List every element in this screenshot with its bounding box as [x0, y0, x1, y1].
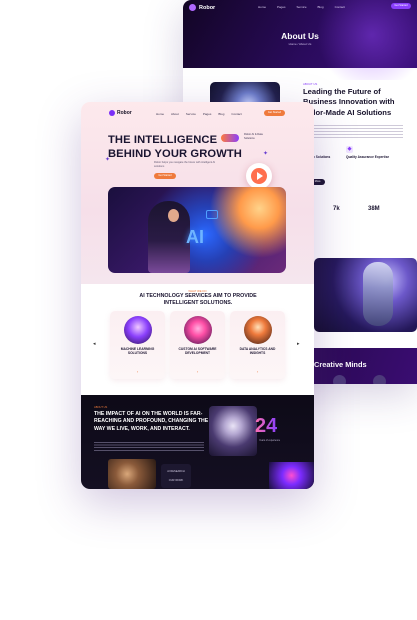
- about-cta-button[interactable]: Get Started: [391, 3, 411, 9]
- about-hero-title: About Us: [281, 31, 319, 41]
- about-footer-title: Creative Minds: [314, 360, 367, 369]
- ai-neon-text: AI: [186, 227, 204, 247]
- hero-primary-button[interactable]: Get Started: [154, 173, 176, 179]
- home-brand: Robor: [117, 110, 132, 116]
- home-page-preview: Robor Home About Service Pages Blog Cont…: [81, 102, 314, 489]
- home-nav-item[interactable]: Service: [186, 112, 196, 116]
- arrow-icon[interactable]: ›: [195, 369, 200, 374]
- stat-item: 38M: [368, 206, 380, 212]
- about-nav-item[interactable]: Home: [258, 5, 266, 9]
- robot-head-image: [209, 406, 257, 456]
- prev-arrow-icon[interactable]: ◂: [93, 341, 96, 347]
- about-paragraph: [303, 125, 403, 139]
- service-title: DATA ANALYTICS AND INSIGHTS: [239, 347, 276, 356]
- play-video-button[interactable]: [246, 163, 272, 189]
- impact-paragraph: [94, 442, 204, 452]
- arrow-icon[interactable]: ›: [135, 369, 140, 374]
- feature-label: Quality Assurance Expertise: [346, 155, 390, 159]
- about-nav-item[interactable]: Service: [297, 5, 307, 9]
- impact-eyebrow: ABOUT US: [94, 406, 108, 409]
- sparkle-icon: ✦: [263, 151, 269, 157]
- arrow-icon[interactable]: ›: [255, 369, 260, 374]
- about-nav: Home Pages Service Blog Contact: [258, 5, 345, 9]
- service-title: MACHINE LEARNING SOLUTIONS: [120, 347, 155, 356]
- headline-line-2: BEHIND YOUR GROWTH: [108, 148, 242, 160]
- stat-value: 38M: [368, 206, 380, 212]
- feature-item: ◆ Quality Assurance Expertise: [346, 146, 389, 159]
- service-image: [183, 316, 212, 344]
- avatar: [373, 375, 386, 384]
- service-card[interactable]: MACHINE LEARNING SOLUTIONS ›: [110, 311, 165, 379]
- home-nav-item[interactable]: Pages: [203, 112, 212, 116]
- service-title: CUSTOM AI SOFTWARE DEVELOPMENT: [178, 347, 217, 356]
- about-nav-item[interactable]: Blog: [318, 5, 324, 9]
- about-logo[interactable]: Robor: [189, 4, 215, 11]
- robot-figure: [363, 262, 393, 326]
- logo-icon: [109, 110, 115, 116]
- info-box: AI RESEARCH OUR WORK: [161, 464, 191, 488]
- logo-icon: [189, 4, 196, 11]
- gradient-pill-icon: [221, 134, 239, 142]
- home-nav: Home About Service Pages Blog Contact: [156, 112, 242, 116]
- service-card[interactable]: CUSTOM AI SOFTWARE DEVELOPMENT ›: [170, 311, 225, 379]
- about-nav-item[interactable]: Contact: [335, 5, 345, 9]
- hero-subtext: Robor helps you navigate the future with…: [154, 161, 216, 168]
- home-nav-item[interactable]: Blog: [218, 112, 224, 116]
- hero-tagline: Robor AI & Data Solutions: [244, 133, 263, 140]
- robot-sign-icon: [206, 210, 218, 219]
- neon-brain-image: [269, 462, 314, 489]
- services-heading: AI TECHNOLOGY SERVICES AIM TO PROVIDE IN…: [139, 293, 257, 306]
- sparkle-icon: ✦: [105, 157, 111, 163]
- home-cta-button[interactable]: Get Started: [264, 110, 285, 116]
- about-eyebrow: ABOUT US: [303, 82, 318, 86]
- avatar: [333, 375, 346, 384]
- experience-label: Years of experience: [259, 439, 281, 442]
- info-box-label: AI RESEARCH: [167, 470, 185, 473]
- stat-value: 7k: [333, 206, 340, 212]
- circuit-image: [108, 459, 156, 489]
- about-heading: Leading the Future of Business Innovatio…: [303, 87, 395, 117]
- home-nav-item[interactable]: Home: [156, 112, 164, 116]
- breadcrumb: Home / About Us: [288, 42, 312, 46]
- impact-heading: THE IMPACT OF AI ON THE WORLD IS FAR-REA…: [94, 411, 209, 432]
- hero-image: AI: [108, 187, 286, 273]
- experience-number: 24: [255, 415, 278, 437]
- about-brand: Robor: [199, 4, 216, 11]
- about-nav-item[interactable]: Pages: [277, 5, 286, 9]
- next-arrow-icon[interactable]: ▸: [297, 341, 300, 347]
- service-card[interactable]: DATA ANALYTICS AND INSIGHTS ›: [230, 311, 285, 379]
- service-image: [243, 316, 272, 344]
- person-face: [168, 209, 179, 222]
- home-nav-item[interactable]: About: [171, 112, 179, 116]
- info-box-label: OUR WORK: [168, 479, 184, 482]
- stat-item: 7k: [333, 206, 340, 212]
- home-logo[interactable]: Robor: [109, 110, 132, 116]
- home-nav-item[interactable]: Contact: [231, 112, 241, 116]
- service-image: [123, 316, 152, 344]
- feature-icon: ◆: [346, 146, 353, 153]
